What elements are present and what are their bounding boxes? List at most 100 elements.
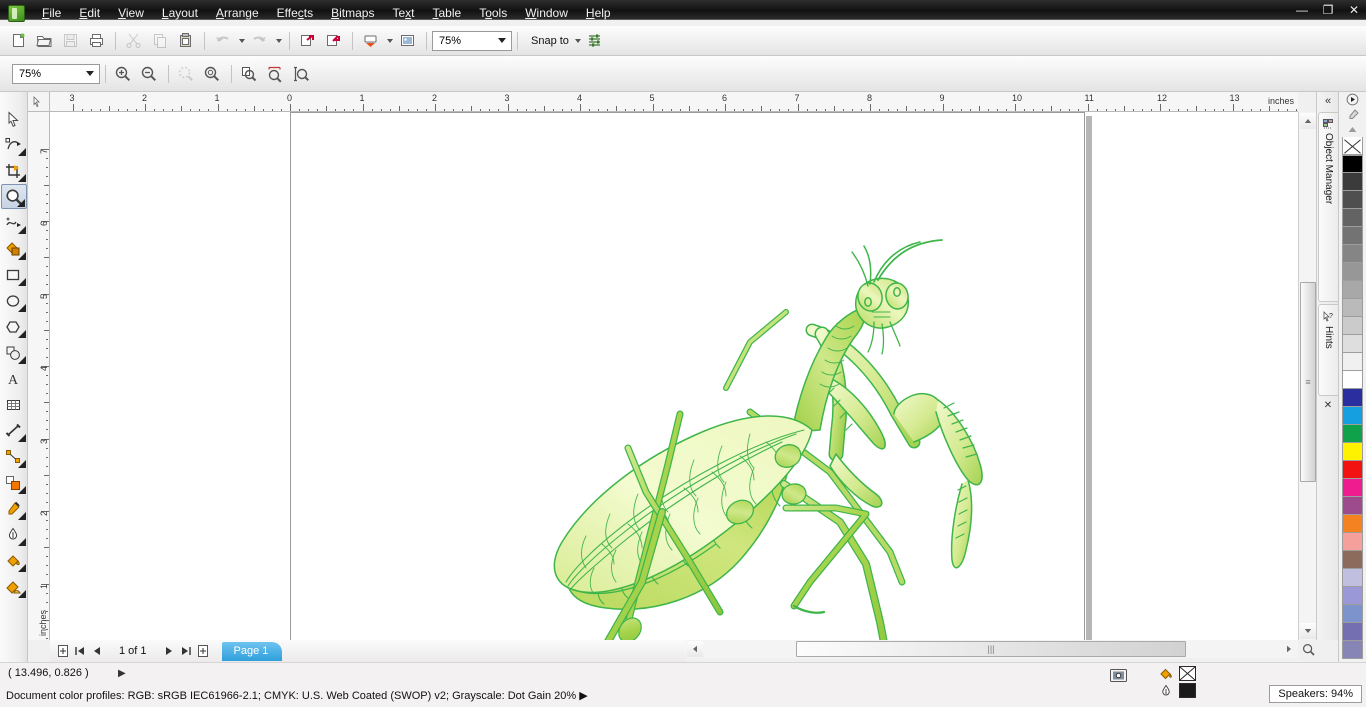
rectangle-tool[interactable] — [1, 262, 27, 287]
zoom-tool[interactable] — [0, 184, 27, 209]
palette-swatch-no-color[interactable] — [1342, 137, 1363, 155]
dimension-tool[interactable] — [1, 418, 27, 443]
palette-swatch[interactable] — [1342, 209, 1363, 227]
options-button[interactable] — [584, 29, 608, 53]
undo-dropdown-arrow-icon[interactable] — [236, 29, 247, 53]
palette-swatch[interactable] — [1342, 353, 1363, 371]
color-eyedropper-tool[interactable] — [1, 496, 27, 521]
drawing-canvas[interactable] — [50, 112, 1298, 640]
horizontal-scrollbar[interactable]: ||| — [686, 640, 1298, 658]
flyout-arrow-icon[interactable] — [16, 199, 25, 207]
launcher-dropdown-arrow-icon[interactable] — [384, 29, 395, 53]
menu-effects[interactable]: Effects — [268, 2, 322, 24]
zoom-in-button[interactable] — [111, 62, 135, 86]
palette-swatch[interactable] — [1342, 461, 1363, 479]
undo-button[interactable] — [210, 29, 234, 53]
zoom-corner-button[interactable] — [1300, 641, 1317, 658]
horizontal-ruler[interactable]: inches 3 2 1 0 1 2 3 4 5 6 7 8 9 10 11 12 13 — [50, 92, 1298, 112]
palette-swatch[interactable] — [1342, 587, 1363, 605]
palette-swatch[interactable] — [1342, 227, 1363, 245]
menu-arrange[interactable]: Arrange — [207, 2, 268, 24]
flyout-arrow-icon[interactable] — [17, 278, 26, 286]
connector-tool[interactable] — [1, 444, 27, 469]
outline-pen-icon[interactable] — [1159, 684, 1173, 698]
flyout-arrow-icon[interactable] — [17, 564, 26, 572]
next-page-button[interactable] — [161, 643, 178, 660]
palette-swatch[interactable] — [1342, 569, 1363, 587]
palette-swatch[interactable] — [1342, 299, 1363, 317]
palette-swatch[interactable] — [1342, 191, 1363, 209]
palette-swatch[interactable] — [1342, 605, 1363, 623]
menu-window[interactable]: Window — [516, 2, 577, 24]
add-page-end-button[interactable] — [195, 643, 212, 660]
vertical-scrollbar[interactable]: ≡ — [1298, 112, 1316, 640]
close-button[interactable]: ✕ — [1346, 4, 1362, 16]
flyout-arrow-icon[interactable] — [17, 174, 26, 182]
palette-swatch[interactable] — [1342, 479, 1363, 497]
application-launcher-button[interactable] — [358, 29, 382, 53]
outline-pen-tool[interactable] — [1, 522, 27, 547]
palette-swatch[interactable] — [1342, 425, 1363, 443]
smart-fill-tool[interactable] — [1, 236, 27, 261]
text-tool[interactable]: A — [1, 366, 27, 391]
property-zoom-combobox[interactable]: 75% — [12, 63, 100, 84]
palette-swatch[interactable] — [1342, 407, 1363, 425]
flyout-arrow-icon[interactable] — [17, 538, 26, 546]
ellipse-tool[interactable] — [1, 288, 27, 313]
zoom-to-page-height-button[interactable] — [289, 62, 313, 86]
praying-mantis-illustration[interactable] — [50, 112, 1298, 640]
flyout-arrow-icon[interactable] — [17, 590, 26, 598]
palette-swatch[interactable] — [1342, 443, 1363, 461]
palette-swatch[interactable] — [1342, 245, 1363, 263]
screen-capture-button[interactable] — [1110, 669, 1127, 684]
palette-scroll-up-icon[interactable] — [1343, 122, 1363, 137]
fill-color-swatch[interactable] — [1179, 666, 1196, 681]
palette-eyedropper-icon[interactable] — [1343, 107, 1363, 122]
menu-bitmaps[interactable]: Bitmaps — [322, 2, 383, 24]
menu-help[interactable]: Help — [577, 2, 620, 24]
paste-button[interactable] — [173, 29, 197, 53]
scroll-right-button[interactable] — [1281, 641, 1297, 657]
table-tool[interactable] — [1, 392, 27, 417]
flyout-arrow-icon[interactable] — [17, 512, 26, 520]
print-button[interactable] — [84, 29, 108, 53]
flyout-arrow-icon[interactable] — [17, 434, 26, 442]
export-button[interactable] — [321, 29, 345, 53]
zoom-out-button[interactable] — [137, 62, 161, 86]
page-tab-page-1[interactable]: Page 1 — [221, 641, 283, 661]
flyout-arrow-icon[interactable] — [17, 252, 26, 260]
vertical-ruler[interactable]: 7 6 5 4 3 2 1 inches — [28, 112, 50, 640]
menu-table[interactable]: Table — [424, 2, 471, 24]
color-palette[interactable] — [1338, 92, 1366, 707]
palette-swatch[interactable] — [1342, 551, 1363, 569]
zoom-level-dropdown-arrow-icon[interactable] — [495, 33, 509, 49]
interactive-fill-tool[interactable] — [1, 574, 27, 599]
property-zoom-dropdown-arrow-icon[interactable] — [83, 66, 97, 82]
scroll-left-button[interactable] — [687, 641, 703, 657]
menu-text[interactable]: Text — [383, 2, 423, 24]
fill-bucket-icon[interactable] — [1159, 667, 1173, 681]
zoom-to-selection-button[interactable] — [174, 62, 198, 86]
outline-color-swatch[interactable] — [1179, 683, 1196, 698]
palette-swatch[interactable] — [1342, 335, 1363, 353]
crop-tool[interactable] — [1, 158, 27, 183]
fill-tool[interactable] — [1, 548, 27, 573]
hints-tab[interactable]: ? Hints — [1318, 304, 1338, 396]
open-document-button[interactable] — [32, 29, 56, 53]
palette-swatch[interactable] — [1342, 497, 1363, 515]
shape-tool[interactable] — [1, 132, 27, 157]
docker-close-button[interactable]: ✕ — [1317, 400, 1339, 411]
cut-button[interactable] — [121, 29, 145, 53]
polygon-tool[interactable] — [1, 314, 27, 339]
corel-connect-button[interactable] — [395, 29, 419, 53]
redo-dropdown-arrow-icon[interactable] — [273, 29, 284, 53]
vertical-scroll-thumb[interactable]: ≡ — [1300, 282, 1316, 482]
last-page-button[interactable] — [178, 643, 195, 660]
menu-view[interactable]: View — [109, 2, 153, 24]
palette-swatch[interactable] — [1342, 389, 1363, 407]
basic-shapes-tool[interactable] — [1, 340, 27, 365]
menu-edit[interactable]: Edit — [70, 2, 109, 24]
flyout-arrow-icon[interactable] — [17, 148, 26, 156]
zoom-level-combobox[interactable]: 75% — [432, 30, 512, 51]
palette-swatch[interactable] — [1342, 515, 1363, 533]
